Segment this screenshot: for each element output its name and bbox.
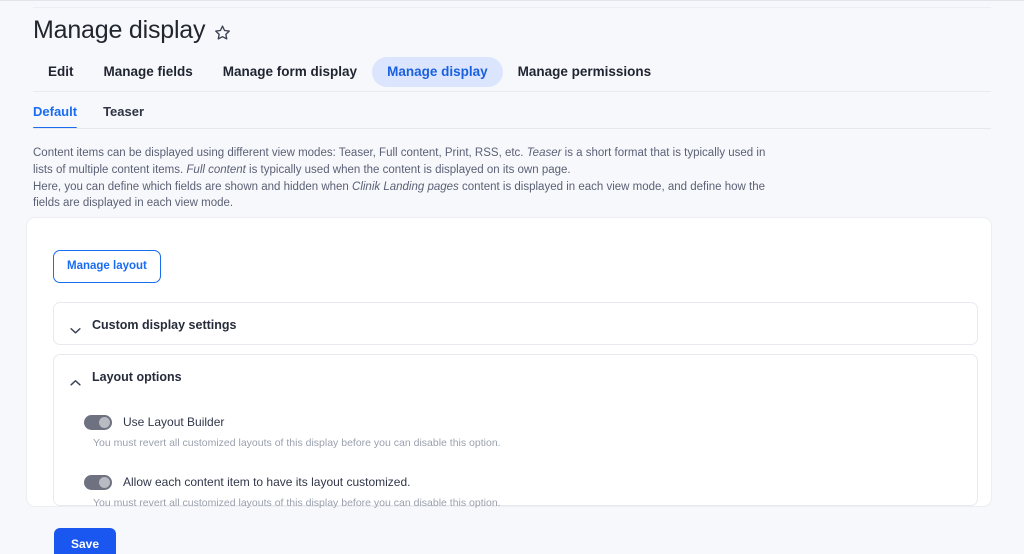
desc-1-part-a: Content items can be displayed using dif… — [33, 147, 527, 159]
tab-manage-fields[interactable]: Manage fields — [89, 57, 208, 87]
manage-layout-button[interactable]: Manage layout — [53, 250, 161, 283]
desc-1-em-full-content: Full content — [186, 163, 246, 176]
option-use-layout-builder: Use Layout Builder — [84, 413, 977, 431]
tab-edit[interactable]: Edit — [33, 57, 89, 87]
chevron-down-icon — [70, 321, 81, 334]
top-edge-divider — [0, 0, 1024, 1]
desc-2-part-a: Here, you can define which fields are sh… — [33, 180, 353, 193]
subtab-default[interactable]: Default — [33, 100, 89, 129]
save-button[interactable]: Save — [54, 528, 117, 554]
description-text: Content items can be displayed using dif… — [33, 145, 773, 212]
desc-2-em-bundle: Clinik Landing pages — [352, 180, 459, 193]
panel-custom-display-settings-header[interactable]: Custom display settings — [54, 303, 977, 346]
desc-1-em-teaser: Teaser — [526, 147, 562, 159]
chevron-up-icon — [70, 373, 81, 386]
top-horizontal-rule — [33, 7, 991, 8]
panel-layout-options-header[interactable]: Layout options — [54, 355, 977, 398]
panel-custom-display-settings-title: Custom display settings — [92, 317, 237, 332]
toggle-knob — [99, 416, 110, 428]
title-row: Manage display — [33, 14, 991, 46]
star-icon[interactable] — [214, 24, 231, 41]
secondary-tabs-divider — [33, 128, 991, 129]
page-title: Manage display — [33, 16, 206, 44]
description-paragraph-1: Content items can be displayed using dif… — [33, 145, 773, 179]
panel-custom-display-settings[interactable]: Custom display settings — [53, 302, 978, 345]
primary-tabs-divider — [33, 91, 991, 92]
option-allow-item-customization-help: You must revert all customized layouts o… — [93, 497, 501, 509]
layout-options-list: Use Layout Builder You must revert all c… — [54, 413, 977, 510]
tab-manage-display[interactable]: Manage display — [372, 57, 503, 87]
panel-layout-options: Layout options Use Layout Builder You mu… — [53, 354, 978, 509]
display-settings-card: Manage layout Custom display settings La… — [26, 217, 992, 509]
toggle-allow-item-customization[interactable] — [84, 474, 112, 490]
page-header: Manage display — [33, 14, 991, 46]
option-allow-item-customization: Allow each content item to have its layo… — [84, 473, 977, 491]
subtab-teaser[interactable]: Teaser — [89, 100, 158, 129]
option-use-layout-builder-label: Use Layout Builder — [123, 414, 225, 429]
tab-manage-permissions[interactable]: Manage permissions — [503, 57, 667, 87]
option-allow-item-customization-label: Allow each content item to have its layo… — [123, 474, 411, 489]
primary-tab-bar: Edit Manage fields Manage form display M… — [33, 57, 991, 87]
tab-manage-form-display[interactable]: Manage form display — [208, 57, 372, 87]
option-use-layout-builder-help: You must revert all customized layouts o… — [93, 437, 501, 449]
manage-display-page: Manage display Edit Manage fields Manage… — [0, 0, 1024, 554]
description-paragraph-2: Here, you can define which fields are sh… — [33, 179, 773, 213]
toggle-knob — [99, 476, 110, 488]
panel-layout-options-title: Layout options — [92, 369, 182, 384]
secondary-tab-bar: Default Teaser — [33, 100, 991, 129]
toggle-use-layout-builder[interactable] — [84, 414, 112, 430]
desc-1-part-c: is typically used when the content is di… — [245, 163, 571, 176]
